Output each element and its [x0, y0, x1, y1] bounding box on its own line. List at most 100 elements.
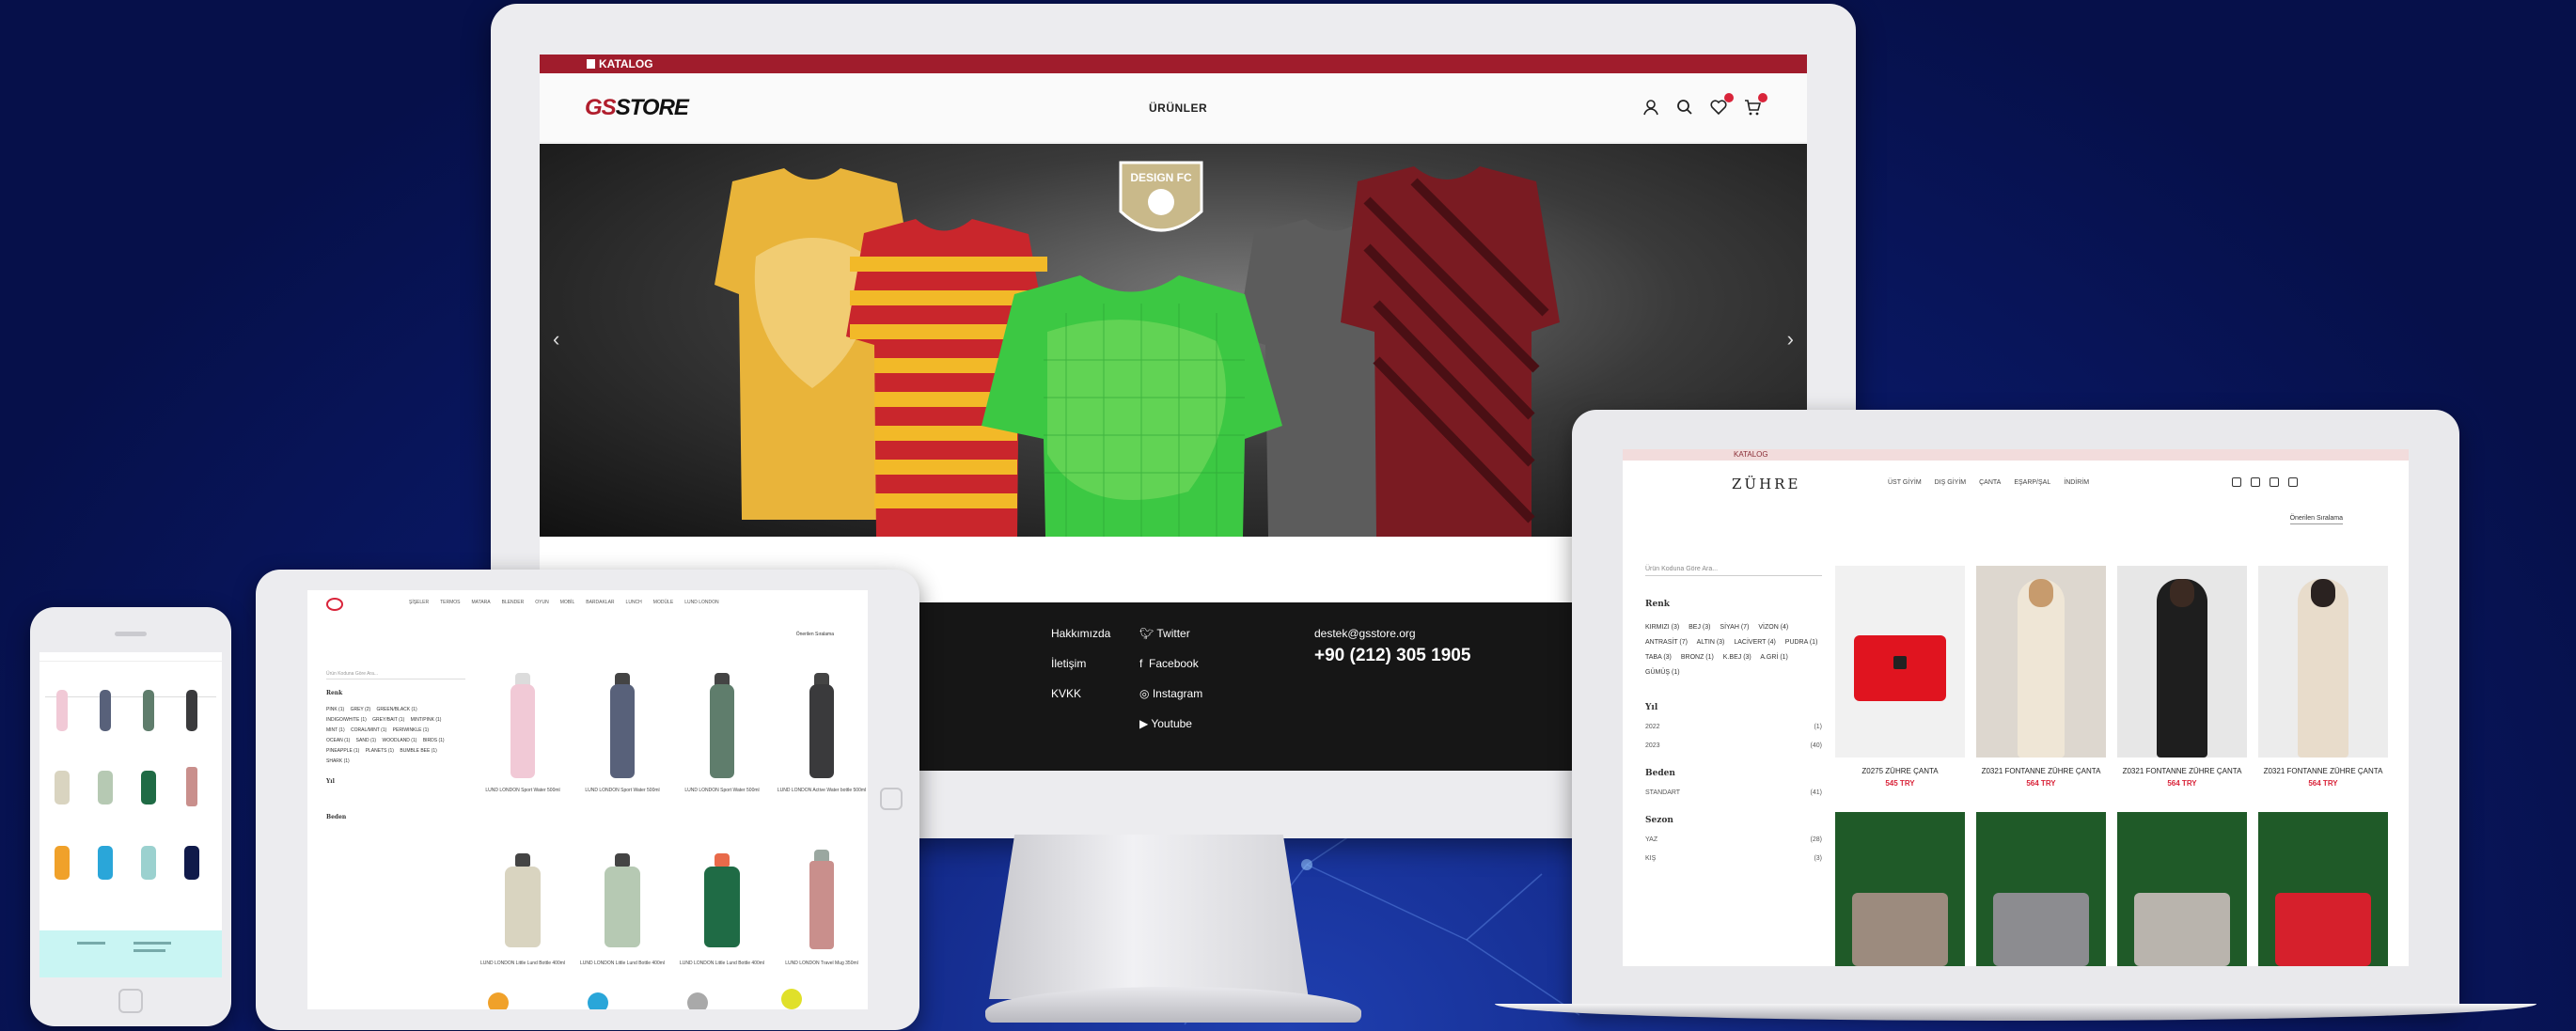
- product-card[interactable]: [132, 686, 165, 735]
- filter-chip[interactable]: PERIWINKLE (1): [393, 727, 429, 733]
- filter-chip[interactable]: SİYAH (7): [1720, 624, 1749, 631]
- nav-ust-giyim[interactable]: ÜST GİYİM: [1888, 479, 1922, 486]
- nav-indirim[interactable]: İNDİRİM: [2064, 479, 2089, 486]
- zuhre-logo[interactable]: ZÜHRE: [1732, 476, 1800, 492]
- tablet-sort-select[interactable]: Önerilen Sıralama: [796, 632, 834, 637]
- nav-products[interactable]: ÜRÜNLER: [1149, 102, 1207, 115]
- wishlist-icon[interactable]: [2270, 477, 2279, 487]
- footer-twitter[interactable]: 🐦︎ Twitter: [1139, 627, 1202, 640]
- hero-prev-arrow[interactable]: ‹: [553, 327, 559, 351]
- laptop-catalog-bar[interactable]: KATALOG: [1623, 449, 2409, 461]
- hero-next-arrow[interactable]: ›: [1787, 327, 1794, 351]
- footer-link-contact[interactable]: İletişim: [1051, 657, 1110, 670]
- filter-chip[interactable]: BEJ (3): [1689, 624, 1710, 631]
- nav-item[interactable]: TERMOS: [440, 600, 460, 605]
- filter-chip[interactable]: INDIGO/WHITE (1): [326, 717, 367, 723]
- product-card[interactable]: [175, 761, 209, 810]
- filter-chip[interactable]: GREY/BAIT (1): [372, 717, 404, 723]
- filter-row[interactable]: YAZ (28): [1645, 836, 1822, 843]
- filter-chip[interactable]: BIRDS (1): [423, 738, 445, 743]
- filter-chip[interactable]: OCEAN (1): [326, 738, 350, 743]
- footer-link-about[interactable]: Hakkımızda: [1051, 627, 1110, 640]
- user-icon[interactable]: [2232, 477, 2241, 487]
- product-card[interactable]: [88, 761, 122, 810]
- filter-chip[interactable]: PLANETS (1): [366, 748, 394, 754]
- nav-item[interactable]: MATARA: [472, 600, 491, 605]
- filter-chip[interactable]: PINEAPPLE (1): [326, 748, 359, 754]
- filter-row[interactable]: STANDART (41): [1645, 789, 1822, 796]
- nav-item[interactable]: MOBİL: [560, 600, 575, 605]
- product-card[interactable]: Z0321 FONTANNE ZÜHRE ÇANTA 564 TRY: [2258, 566, 2388, 788]
- cart-icon[interactable]: [1743, 93, 1767, 117]
- catalog-bar[interactable]: KATALOG: [540, 55, 1807, 73]
- filter-chip[interactable]: GREEN/BLACK (1): [377, 707, 417, 712]
- product-card[interactable]: LUND LONDON Active Water bottle 500ml: [776, 671, 868, 794]
- filter-chip[interactable]: MINT (1): [326, 727, 345, 733]
- product-card[interactable]: LUND LONDON Little Lund Bottle 400ml: [576, 844, 668, 967]
- tablet-logo[interactable]: [326, 598, 343, 611]
- filter-chip[interactable]: GREY (2): [351, 707, 371, 712]
- product-card[interactable]: [45, 686, 79, 735]
- product-card[interactable]: [2258, 812, 2388, 966]
- footer-link-kvkk[interactable]: KVKK: [1051, 687, 1110, 700]
- product-card[interactable]: Z0275 ZÜHRE ÇANTA 545 TRY: [1835, 566, 1965, 788]
- footer-email[interactable]: destek@gsstore.org: [1314, 627, 1470, 640]
- sort-select[interactable]: Önerilen Sıralama: [2289, 515, 2343, 524]
- user-icon[interactable]: [1641, 98, 1660, 117]
- product-card[interactable]: LUND LONDON Sport Water 500ml: [676, 671, 768, 794]
- filter-chip[interactable]: BUMBLE BEE (1): [400, 748, 436, 754]
- filter-chip[interactable]: K.BEJ (3): [1723, 654, 1751, 661]
- filter-chip[interactable]: PINK (1): [326, 707, 344, 712]
- product-card[interactable]: LUND LONDON Little Lund Bottle 400ml: [676, 844, 768, 967]
- filter-chip[interactable]: SAND (1): [356, 738, 376, 743]
- nav-item[interactable]: ŞİŞELER: [409, 600, 429, 605]
- filter-row[interactable]: 2022 (1): [1645, 724, 1822, 730]
- product-card[interactable]: LUND LONDON Little Lund Bottle 400ml: [477, 844, 569, 967]
- filter-chip[interactable]: GÜMÜŞ (1): [1645, 669, 1680, 676]
- filter-chip[interactable]: VİZON (4): [1758, 624, 1788, 631]
- gsstore-logo[interactable]: GSSTORE: [585, 95, 689, 121]
- product-card[interactable]: [88, 686, 122, 735]
- product-card[interactable]: LUND LONDON Sport Water 500ml: [576, 671, 668, 794]
- filter-row[interactable]: 2023 (40): [1645, 742, 1822, 749]
- product-card[interactable]: LUND LONDON Sport Water 500ml: [477, 671, 569, 794]
- product-card[interactable]: Z0321 FONTANNE ZÜHRE ÇANTA 564 TRY: [2117, 566, 2247, 788]
- nav-item[interactable]: OYUN: [535, 600, 548, 605]
- product-code-search[interactable]: Ürün Koduna Göre Ara...: [1645, 566, 1822, 576]
- nav-item[interactable]: LUND LONDON: [684, 600, 718, 605]
- tablet-search-input[interactable]: Ürün Koduna Göre Ara...: [326, 671, 465, 680]
- nav-esarp-sal[interactable]: EŞARP/ŞAL: [2014, 479, 2050, 486]
- product-card[interactable]: Z0321 FONTANNE ZÜHRE ÇANTA 564 TRY: [1976, 566, 2106, 788]
- cart-icon[interactable]: [2288, 477, 2298, 487]
- filter-chip[interactable]: PUDRA (1): [1785, 639, 1818, 646]
- nav-item[interactable]: LUNCH: [626, 600, 642, 605]
- product-card[interactable]: [2117, 812, 2247, 966]
- footer-phone[interactable]: +90 (212) 305 1905: [1314, 646, 1470, 666]
- filter-row[interactable]: KIŞ (3): [1645, 855, 1822, 862]
- product-card[interactable]: [1976, 812, 2106, 966]
- product-card[interactable]: [175, 836, 209, 885]
- product-card[interactable]: [45, 761, 79, 810]
- filter-chip[interactable]: ALTIN (3): [1697, 639, 1725, 646]
- product-card[interactable]: [132, 761, 165, 810]
- filter-chip[interactable]: MINT/PINK (1): [411, 717, 442, 723]
- footer-youtube[interactable]: ▶ Youtube: [1139, 717, 1202, 730]
- footer-instagram[interactable]: ◎ Instagram: [1139, 687, 1202, 700]
- search-icon[interactable]: [2251, 477, 2260, 487]
- wishlist-icon[interactable]: [1709, 93, 1734, 117]
- filter-chip[interactable]: A.GRİ (1): [1760, 654, 1788, 661]
- product-card[interactable]: [132, 836, 165, 885]
- product-card[interactable]: [88, 836, 122, 885]
- product-card[interactable]: [45, 836, 79, 885]
- nav-item[interactable]: MODÜLE: [653, 600, 673, 605]
- filter-chip[interactable]: SHARK (1): [326, 758, 350, 764]
- product-card[interactable]: [175, 686, 209, 735]
- filter-chip[interactable]: KIRMIZI (3): [1645, 624, 1679, 631]
- filter-chip[interactable]: CORAL/MINT (1): [351, 727, 386, 733]
- filter-chip[interactable]: ANTRASİT (7): [1645, 639, 1688, 646]
- nav-item[interactable]: BARDAKLAR: [586, 600, 614, 605]
- search-icon[interactable]: [1675, 98, 1694, 117]
- nav-dis-giyim[interactable]: DIŞ GİYİM: [1935, 479, 1966, 486]
- filter-chip[interactable]: TABA (3): [1645, 654, 1672, 661]
- filter-chip[interactable]: LACİVERT (4): [1734, 639, 1775, 646]
